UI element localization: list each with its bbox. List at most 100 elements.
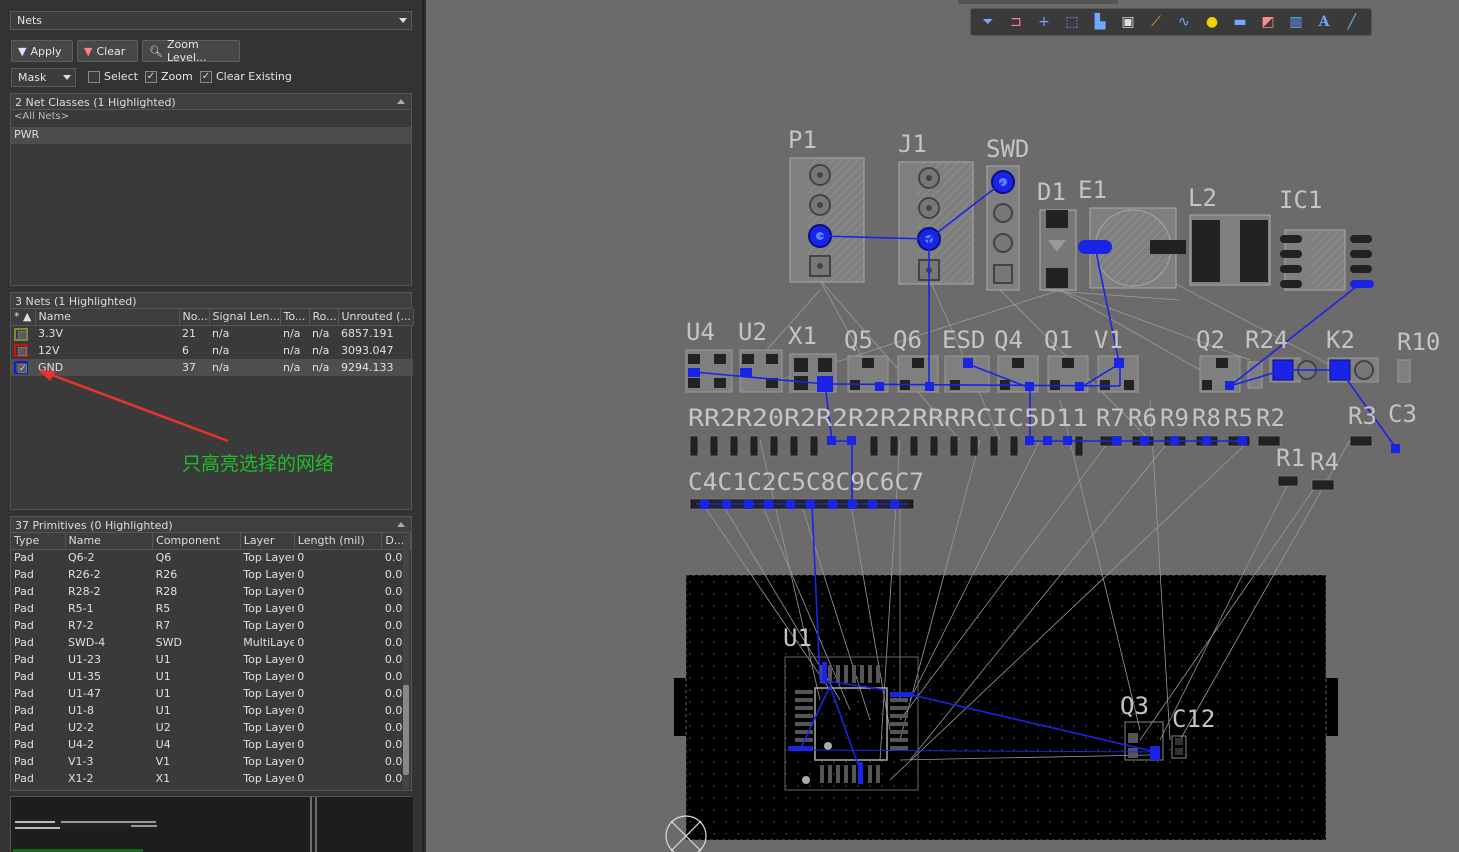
clear-button[interactable]: ▼ Clear [77, 40, 138, 62]
primitive-layer: Top Layer [243, 602, 295, 615]
primitive-row[interactable]: Pad U2-2 U2 Top Layer 0 0.0( [11, 719, 411, 736]
primitive-type: Pad [14, 551, 34, 565]
primitive-layer: Top Layer [243, 721, 295, 734]
designator-q6: Q6 [893, 326, 922, 354]
primitive-name: U4-2 [68, 738, 95, 751]
designator-r4: R4 [1310, 448, 1339, 476]
filter-icon[interactable]: ⏷ [977, 12, 999, 32]
net-class-item[interactable]: <All Nets> [11, 110, 411, 127]
component-p1[interactable] [789, 157, 865, 283]
stats-icon[interactable]: ▥ [1285, 12, 1307, 32]
primitive-type: Pad [14, 721, 34, 734]
net-row[interactable]: ✓ GND 37 n/a n/a n/a 9294.133 [11, 359, 413, 376]
layer-icon[interactable]: ▬ [1229, 12, 1251, 32]
cross-icon[interactable]: + [1033, 12, 1055, 32]
column-header-component[interactable]: Component [152, 533, 241, 550]
column-header-layer[interactable]: Layer [240, 533, 295, 550]
component-j1[interactable] [898, 161, 974, 285]
column-header-type[interactable]: Type [11, 533, 66, 550]
column-header-routed[interactable]: Ro... [309, 309, 339, 326]
designator-r9: R9 [1160, 404, 1189, 432]
scrollbar-thumb[interactable] [403, 685, 409, 775]
collapse-icon[interactable] [397, 99, 405, 104]
component-swd[interactable] [986, 165, 1020, 291]
mask-select[interactable]: Mask [11, 68, 76, 87]
pcb-panel: Nets ▼ Apply ▼ Clear 🔍︎ Zoom Level... Ma… [0, 0, 424, 852]
primitive-row[interactable]: Pad V1-3 V1 Top Layer 0 0.0( [11, 753, 411, 770]
primitive-row[interactable]: Pad R5-1 R5 Top Layer 0 0.0( [11, 600, 411, 617]
pcb-drawing[interactable]: P1 J1 SWD D1 E1 L2 IC1 U4 U2 X1 Q5 Q6 ES… [426, 0, 1459, 852]
primitive-row[interactable]: Pad X1-2 X1 Top Layer 0 0.0( [11, 770, 411, 787]
primitive-length: 0 [297, 653, 305, 666]
pcb-canvas[interactable]: P1 J1 SWD D1 E1 L2 IC1 U4 U2 X1 Q5 Q6 ES… [426, 0, 1459, 852]
net-icon[interactable]: ⟋ [1145, 12, 1167, 32]
column-sort-icon[interactable]: * ▲ [11, 309, 36, 326]
net-classes-header: 2 Net Classes (1 Highlighted) [11, 94, 411, 110]
component-l2[interactable] [1189, 214, 1271, 286]
route-icon[interactable]: ⊐ [1005, 12, 1027, 32]
primitive-layer: Top Layer [243, 687, 295, 700]
component-icon[interactable]: ▣ [1117, 12, 1139, 32]
clear-existing-checkbox[interactable]: ✓ Clear Existing [200, 70, 292, 83]
select-checkbox[interactable]: Select [88, 70, 138, 83]
apply-label: Apply [30, 44, 62, 58]
select-label: Select [104, 70, 138, 83]
designator-c12: C12 [1172, 705, 1215, 733]
net-unrouted: 3093.047 [341, 344, 394, 357]
net-name: 12V [38, 344, 60, 357]
select-rect-icon[interactable]: ⬚ [1061, 12, 1083, 32]
panel-mode-select[interactable]: Nets [10, 11, 412, 30]
net-color-swatch[interactable] [11, 325, 35, 342]
wave-icon[interactable]: ∿ [1173, 12, 1195, 32]
primitive-row[interactable]: Pad R7-2 R7 Top Layer 0 0.0( [11, 617, 411, 634]
graph-icon[interactable]: ◩ [1257, 12, 1279, 32]
nets-header: 3 Nets (1 Highlighted) [11, 293, 411, 309]
primitive-row[interactable]: Pad U1-47 U1 Top Layer 0 0.0( [11, 685, 411, 702]
scroll-up-icon[interactable] [397, 522, 405, 527]
primitive-row[interactable]: Pad U1-35 U1 Top Layer 0 0.0( [11, 668, 411, 685]
zoom-level-button[interactable]: 🔍︎ Zoom Level... [142, 38, 240, 64]
primitive-row[interactable]: Pad U4-2 U4 Top Layer 0 0.0( [11, 736, 411, 753]
primitive-row[interactable]: Pad U1-23 U1 Top Layer 0 0.0( [11, 651, 411, 668]
text-icon[interactable]: A [1313, 12, 1335, 32]
net-row[interactable]: 3.3V 21 n/a n/a n/a 6857.191 [11, 325, 413, 342]
column-header-total[interactable]: To... [280, 309, 310, 326]
net-routed: n/a [309, 359, 338, 376]
net-color-swatch[interactable] [11, 342, 35, 359]
column-header-name[interactable]: Name [35, 309, 180, 326]
primitive-length: 0 [297, 619, 305, 632]
primitive-layer: MultiLaye [243, 636, 295, 649]
primitive-row[interactable]: Pad R26-2 R26 Top Layer 0 0.0( [11, 566, 411, 583]
column-header-unrouted[interactable]: Unrouted (... [338, 309, 414, 326]
column-header-name[interactable]: Name [65, 533, 154, 550]
net-signal-length: n/a [209, 359, 280, 376]
primitive-component: R7 [155, 619, 171, 632]
board-outline [674, 574, 1338, 841]
component-ic1[interactable] [1280, 229, 1374, 291]
primitive-row[interactable]: Pad U1-8 U1 Top Layer 0 0.0( [11, 702, 411, 719]
zoom-label: Zoom [161, 70, 193, 83]
bulb-icon[interactable]: ● [1201, 12, 1223, 32]
net-class-item[interactable]: PWR [11, 127, 411, 144]
apply-button[interactable]: ▼ Apply [11, 40, 73, 62]
net-color-swatch[interactable]: ✓ [11, 359, 35, 376]
primitive-row[interactable]: Pad Q6-2 Q6 Top Layer 0 0.0( [11, 549, 411, 566]
board-minimap[interactable] [10, 796, 413, 852]
net-row[interactable]: 12V 6 n/a n/a n/a 3093.047 [11, 342, 413, 359]
column-header-signal-length[interactable]: Signal Len... [209, 309, 281, 326]
component-d1[interactable] [1039, 209, 1077, 291]
designator-swd: SWD [986, 135, 1029, 163]
primitive-row[interactable]: Pad SWD-4 SWD MultiLaye 0 0.0( [11, 634, 411, 651]
primitive-type: Pad [14, 619, 34, 632]
primitive-layer: Top Layer [243, 738, 295, 751]
chart-icon[interactable]: ▙ [1089, 12, 1111, 32]
column-header-length[interactable]: Length (mil) [294, 533, 383, 550]
line-icon[interactable]: ╱ [1341, 12, 1363, 32]
component-e1[interactable] [1078, 207, 1186, 289]
primitive-name: Q6-2 [68, 551, 95, 565]
primitives-scrollbar[interactable] [403, 535, 409, 789]
primitive-row[interactable]: Pad R28-2 R28 Top Layer 0 0.0( [11, 583, 411, 600]
zoom-checkbox[interactable]: ✓ Zoom [145, 70, 193, 83]
column-header-nodes[interactable]: No... [179, 309, 210, 326]
primitive-component: SWD [155, 636, 182, 649]
